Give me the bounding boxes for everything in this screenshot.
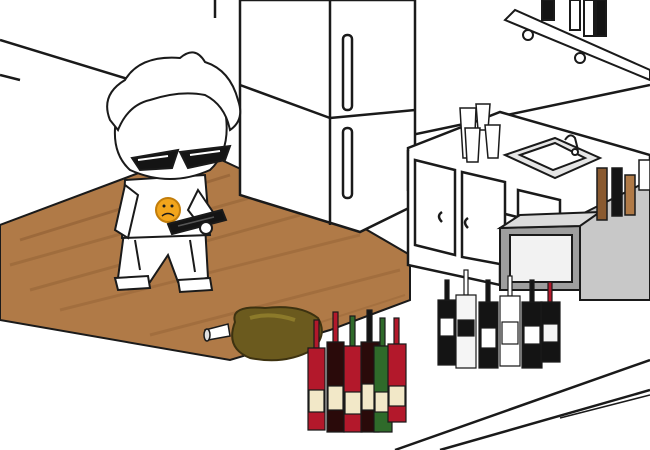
right-shoe <box>176 276 214 294</box>
left-shoe <box>113 274 152 292</box>
game-scene <box>0 0 650 450</box>
wall-shelf-icon <box>503 0 650 82</box>
wine-bottle-icon <box>343 315 363 433</box>
liquor-bottle-icon <box>540 281 561 363</box>
liquor-bottle-icon <box>455 269 477 369</box>
frowny-face-icon <box>155 197 181 223</box>
liquor-bottle-icon <box>478 279 499 369</box>
liquor-bottle-icon <box>437 279 457 366</box>
hand <box>199 221 213 235</box>
foreground-counter-edge <box>394 358 650 450</box>
wine-bottle-icon <box>387 317 407 423</box>
refrigerator-icon <box>213 0 417 234</box>
liquor-bottle-icon <box>521 279 543 369</box>
